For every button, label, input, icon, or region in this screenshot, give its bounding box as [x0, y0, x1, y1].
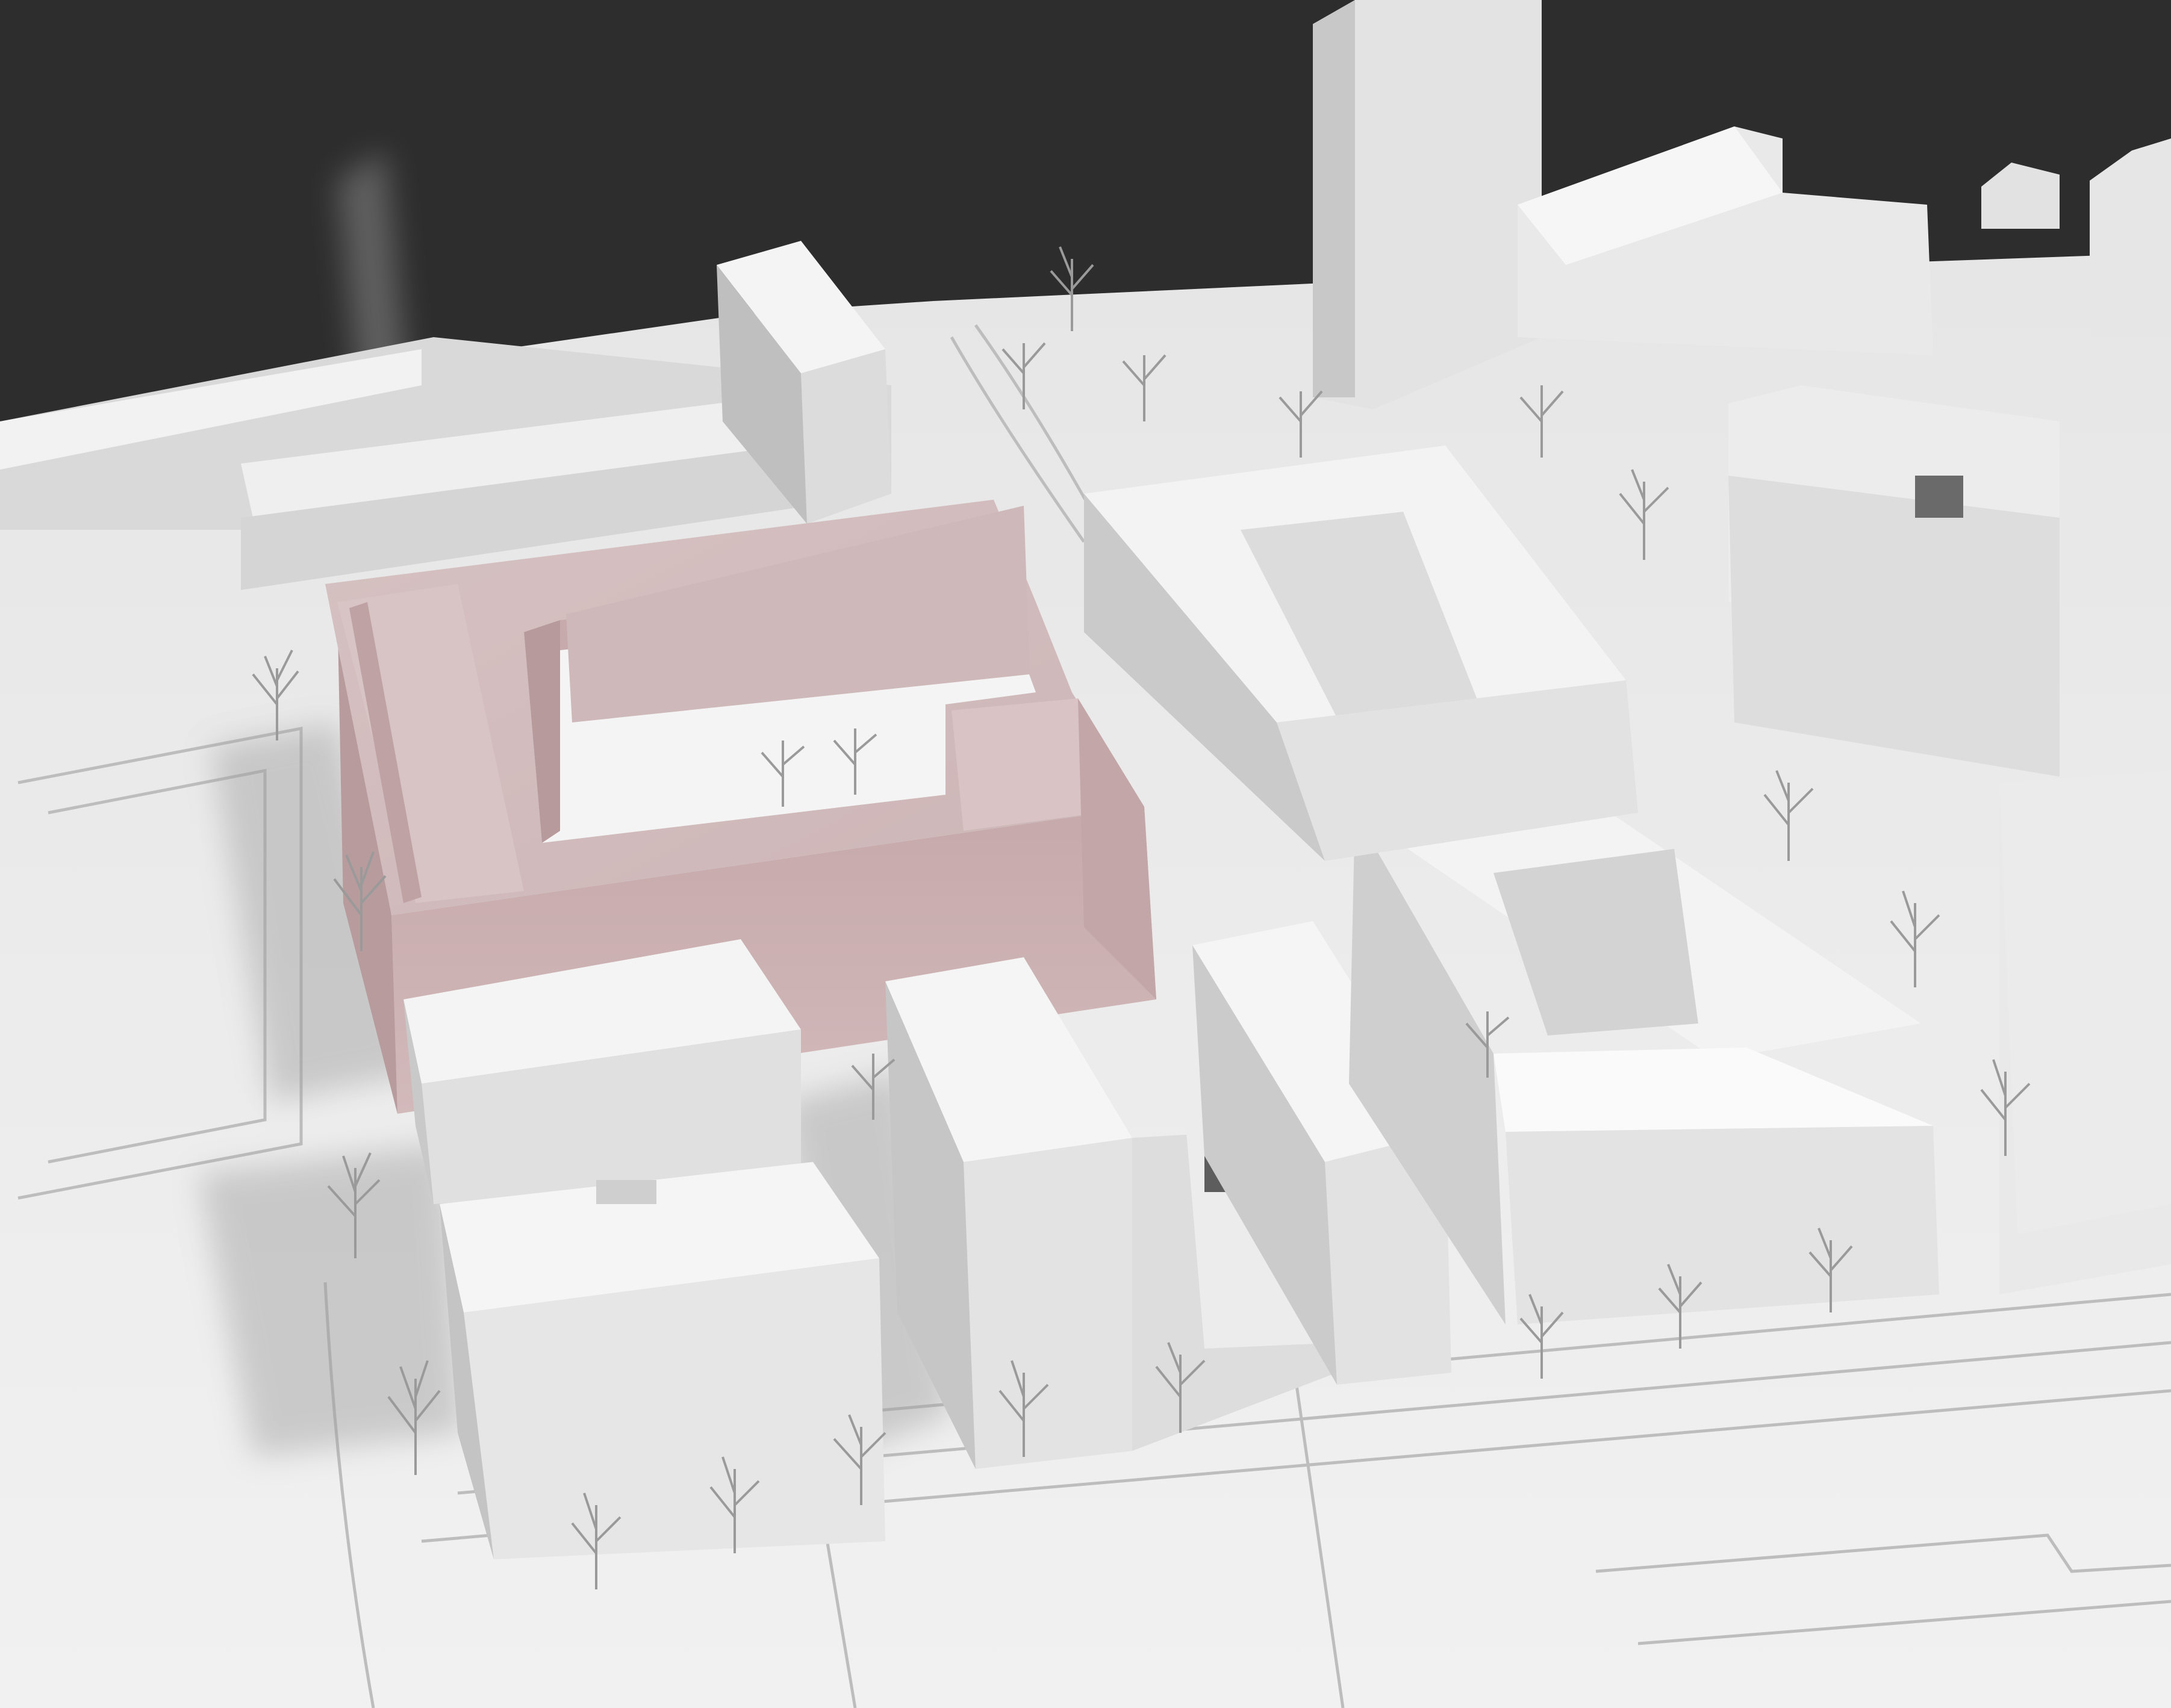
- site-model-photo: [0, 0, 2171, 1708]
